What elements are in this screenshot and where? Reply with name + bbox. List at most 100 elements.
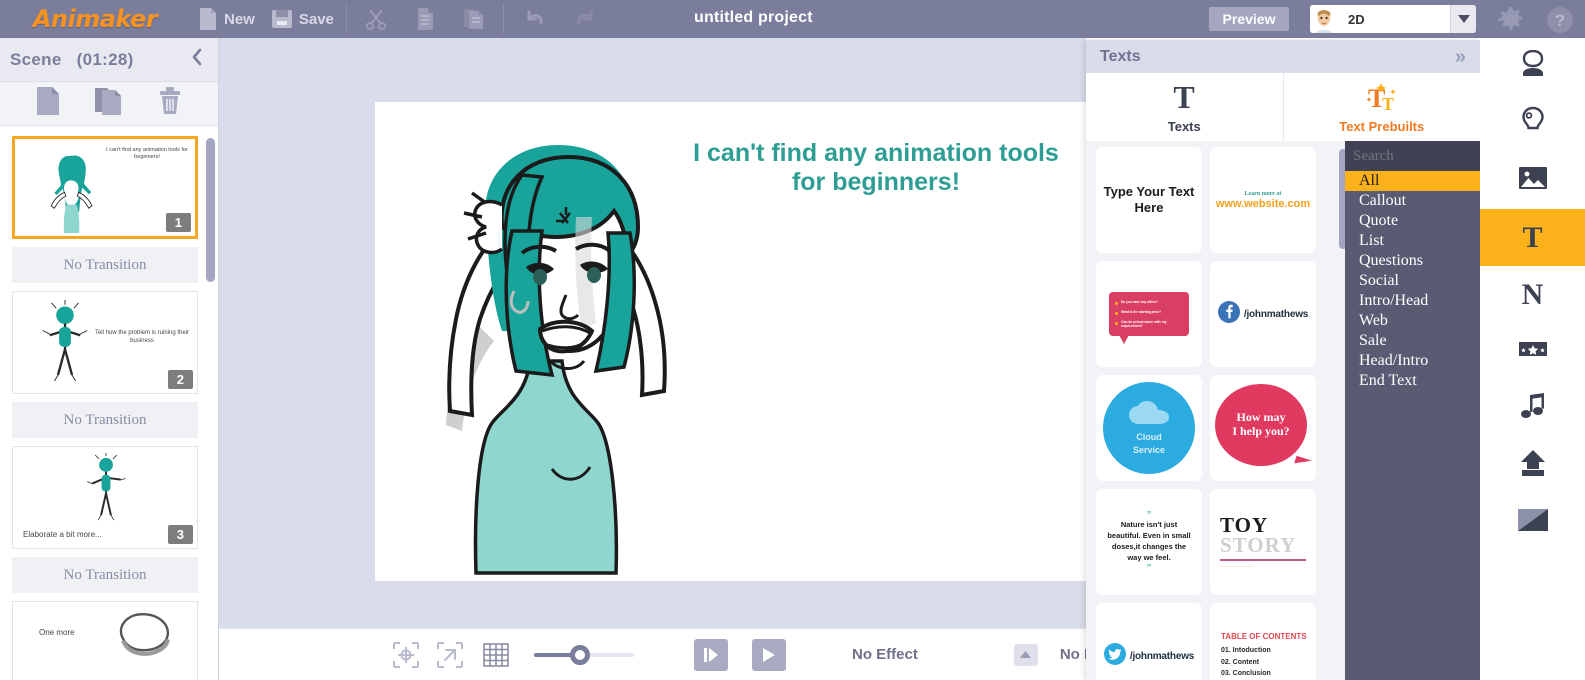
scene-thumbnail-2[interactable]: Tell how the problem is ruining their bu… <box>12 291 198 394</box>
category-item-quote[interactable]: Quote <box>1345 211 1480 231</box>
scene-panel-title: Scene (01:28) <box>10 50 186 70</box>
save-button[interactable]: Save <box>263 0 342 38</box>
card-bubble-line-1: How may <box>1237 411 1286 425</box>
card-toc-item: 02. Content <box>1221 657 1311 669</box>
text-prebuilt-card[interactable]: /johnmathews <box>1096 603 1202 680</box>
right-tool-rail: T N <box>1480 38 1585 680</box>
text-prebuilt-card[interactable]: Cloud Service <box>1096 375 1202 481</box>
chevron-left-icon[interactable] <box>186 45 208 74</box>
twitter-icon <box>1104 643 1126 670</box>
properties-bulb-icon <box>1520 106 1546 141</box>
rail-item-texts[interactable]: T <box>1480 209 1585 266</box>
app-logo[interactable]: Animaker <box>0 5 190 33</box>
bg-icon: N <box>1522 278 1544 312</box>
history-actions <box>508 0 612 38</box>
text-prebuilt-card[interactable]: Type Your Text Here <box>1096 147 1202 253</box>
scene-duration: (01:28) <box>77 50 134 69</box>
scene-transition-3[interactable]: No Transition <box>12 557 198 593</box>
new-file-icon <box>198 7 218 31</box>
svg-text:?: ? <box>1555 11 1565 30</box>
cut-button[interactable] <box>351 0 401 38</box>
text-prebuilt-card[interactable]: How may I help you? <box>1210 375 1316 481</box>
tab-text-prebuilts-label: Text Prebuilts <box>1339 119 1424 134</box>
scene-thumbnail-list[interactable]: I can't find any animation tools for beg… <box>0 126 219 680</box>
play-from-here-button[interactable] <box>694 639 728 671</box>
rail-item-upload[interactable] <box>1480 437 1585 494</box>
category-item-list[interactable]: List <box>1345 231 1480 251</box>
preview-button[interactable]: Preview <box>1209 7 1289 31</box>
text-prebuilt-card[interactable]: TABLE OF CONTENTS 01. Intoduction 02. Co… <box>1210 603 1316 680</box>
fit-to-screen-icon[interactable] <box>428 635 472 675</box>
new-scene-icon[interactable] <box>35 86 61 121</box>
svg-text:T: T <box>1382 94 1394 113</box>
effect-in-label[interactable]: No Effect <box>852 646 918 663</box>
scene-transition-1[interactable]: No Transition <box>12 247 198 283</box>
music-icon <box>1520 392 1546 425</box>
rail-item-effects[interactable] <box>1480 323 1585 380</box>
center-align-icon[interactable] <box>384 635 428 675</box>
scene-number: 3 <box>168 525 193 544</box>
rail-item-images[interactable] <box>1480 152 1585 209</box>
text-prebuilt-card[interactable]: Do you have any offers? What is the star… <box>1096 261 1202 367</box>
text-prebuilt-card[interactable]: /johnmathews <box>1210 261 1316 367</box>
duplicate-scene-icon[interactable] <box>94 86 124 121</box>
scene-thumbnail-caption: Tell how the problem is ruining their bu… <box>93 330 191 345</box>
tab-texts[interactable]: T Texts <box>1086 73 1284 141</box>
scene-thumbnail-4[interactable]: One more <box>12 601 198 680</box>
category-panel: All Callout Quote List Questions Social … <box>1345 141 1480 680</box>
scene-transition-2[interactable]: No Transition <box>12 402 198 438</box>
rail-item-colors[interactable] <box>1480 494 1585 551</box>
category-item-head-intro[interactable]: Head/Intro <box>1345 351 1480 371</box>
help-button[interactable]: ? <box>1545 5 1575 40</box>
card-quote-text: Nature isn't just beautiful. Even in sma… <box>1103 519 1195 565</box>
rail-item-bg[interactable]: N <box>1480 266 1585 323</box>
paste-button[interactable] <box>449 0 499 38</box>
zoom-slider[interactable] <box>534 645 634 665</box>
category-item-end-text[interactable]: End Text <box>1345 371 1480 391</box>
copy-button[interactable] <box>401 0 449 38</box>
text-prebuilt-card[interactable]: ” Nature isn't just beautiful. Even in s… <box>1096 489 1202 595</box>
toolbar-divider-1 <box>346 4 347 34</box>
cloud-icon <box>1128 401 1170 430</box>
category-list[interactable]: All Callout Quote List Questions Social … <box>1345 171 1480 391</box>
chevron-up-icon[interactable] <box>1014 644 1038 666</box>
category-item-sale[interactable]: Sale <box>1345 331 1480 351</box>
animaker-app: Animaker New Save <box>0 0 1585 680</box>
play-button[interactable] <box>752 639 786 671</box>
character-mode-dropdown[interactable]: 2D <box>1310 5 1476 33</box>
tab-text-prebuilts[interactable]: T T Text Prebuilts <box>1284 73 1481 141</box>
scene-list-scrollbar[interactable] <box>206 138 215 282</box>
search-box[interactable] <box>1345 141 1480 171</box>
category-item-social[interactable]: Social <box>1345 271 1480 291</box>
card-toy-line-2: STORY <box>1220 536 1310 556</box>
scene-thumbnail-1[interactable]: I can't find any animation tools for beg… <box>12 136 198 239</box>
double-chevron-right-icon[interactable]: » <box>1455 47 1466 67</box>
scene-thumbnail-3[interactable]: Elaborate a bit more... 3 <box>12 446 198 549</box>
grid-icon[interactable] <box>472 635 520 675</box>
undo-button[interactable] <box>508 0 560 38</box>
text-prebuilt-card[interactable]: Learn more at www.website.com <box>1210 147 1316 253</box>
scene-thumbnail-caption: Elaborate a bit more... <box>23 530 168 540</box>
category-item-callout[interactable]: Callout <box>1345 191 1480 211</box>
texts-panel: Texts » T Texts T T <box>1086 40 1480 680</box>
new-button[interactable]: New <box>190 0 263 38</box>
card-facebook-handle: /johnmathews <box>1244 309 1308 320</box>
category-item-all[interactable]: All <box>1345 171 1480 191</box>
canvas-text-element[interactable]: I can't find any animation tools for beg… <box>676 139 1076 197</box>
edit-actions <box>351 0 499 38</box>
category-item-web[interactable]: Web <box>1345 311 1480 331</box>
settings-button[interactable] <box>1498 7 1524 38</box>
canvas[interactable]: I can't find any animation tools for beg… <box>376 103 1086 580</box>
delete-scene-icon[interactable] <box>157 86 183 121</box>
chevron-down-icon[interactable] <box>1450 5 1476 33</box>
rail-item-music[interactable] <box>1480 380 1585 437</box>
scissors-icon <box>365 7 387 31</box>
redo-button[interactable] <box>560 0 612 38</box>
zoom-slider-handle[interactable] <box>570 645 590 665</box>
category-item-intro-head[interactable]: Intro/Head <box>1345 291 1480 311</box>
text-prebuilt-card[interactable]: TOY STORY ——————————— <box>1210 489 1316 595</box>
category-item-questions[interactable]: Questions <box>1345 251 1480 271</box>
rail-item-characters[interactable] <box>1480 38 1585 95</box>
project-title[interactable]: untitled project <box>694 9 813 27</box>
rail-item-properties[interactable] <box>1480 95 1585 152</box>
